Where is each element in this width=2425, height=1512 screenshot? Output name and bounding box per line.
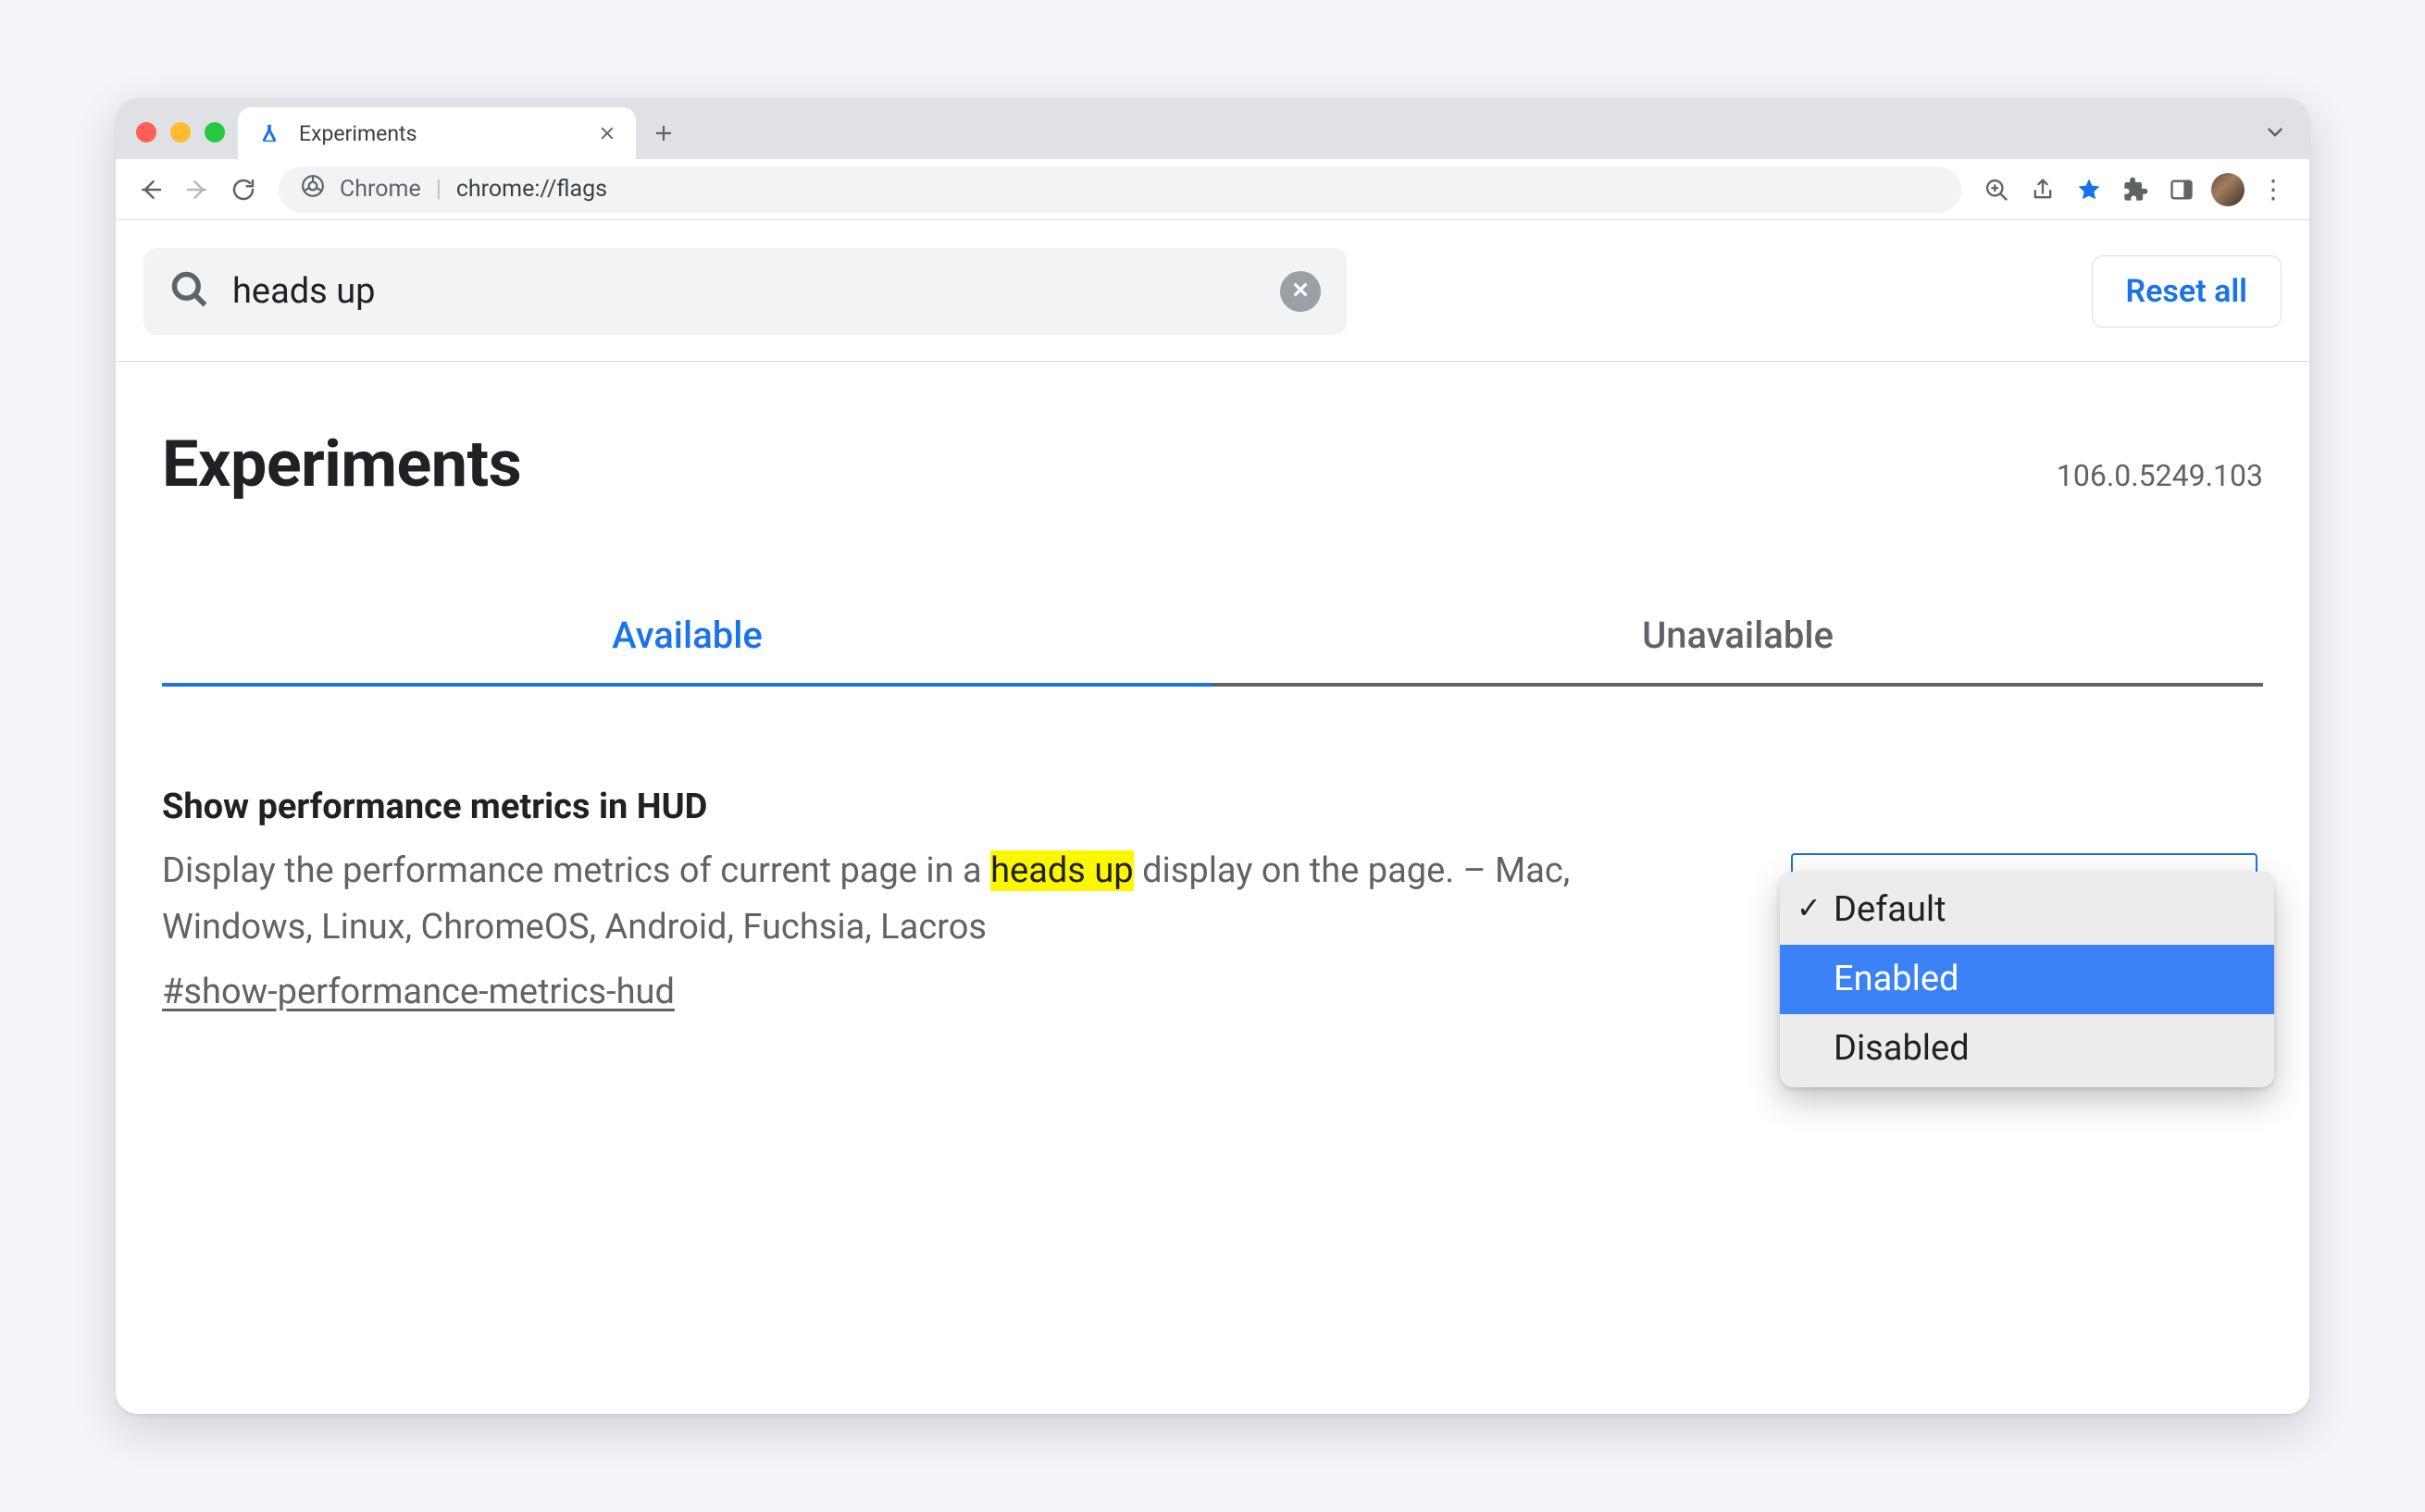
menu-button[interactable]: ⋮ — [2254, 169, 2294, 210]
option-enabled[interactable]: Enabled — [1780, 945, 2274, 1014]
flag-tabs: Available Unavailable — [162, 613, 2263, 687]
forward-button[interactable] — [177, 169, 218, 210]
close-icon[interactable] — [597, 123, 617, 143]
search-icon — [169, 269, 210, 314]
select-dropdown: Default Enabled Disabled — [1780, 872, 2274, 1087]
omnibox-path: chrome://flags — [456, 176, 607, 203]
option-default[interactable]: Default — [1780, 875, 2274, 945]
extensions-icon[interactable] — [2115, 169, 2156, 210]
reset-all-button[interactable]: Reset all — [2092, 255, 2282, 328]
close-icon — [1290, 279, 1311, 304]
tab-title: Experiments — [299, 121, 580, 146]
search-highlight: heads up — [990, 850, 1134, 891]
window-controls — [127, 122, 238, 159]
page-title: Experiments — [162, 427, 521, 502]
search-row: heads up Reset all — [116, 220, 2309, 362]
clear-search-button[interactable] — [1280, 271, 1321, 312]
zoom-icon[interactable] — [1976, 169, 2017, 210]
flag-hash-link[interactable]: #show-performance-metrics-hud — [162, 964, 675, 1021]
profile-avatar[interactable] — [2211, 173, 2245, 206]
flags-search-box[interactable]: heads up — [143, 248, 1347, 335]
back-button[interactable] — [131, 169, 171, 210]
toolbar: Chrome | chrome://flags ⋮ — [116, 159, 2309, 220]
tab-unavailable[interactable]: Unavailable — [1212, 613, 2263, 687]
search-input[interactable]: heads up — [232, 274, 1258, 309]
flag-item: Show performance metrics in HUD Display … — [162, 779, 2263, 1021]
reload-button[interactable] — [223, 169, 264, 210]
share-icon[interactable] — [2022, 169, 2063, 210]
bookmark-star-icon[interactable] — [2069, 169, 2109, 210]
address-bar[interactable]: Chrome | chrome://flags — [279, 167, 1961, 213]
tab-list-button[interactable] — [2263, 120, 2309, 159]
flag-description: Display the performance metrics of curre… — [162, 843, 1717, 956]
browser-window: Experiments Chrome — [116, 98, 2309, 1414]
tab-experiments[interactable]: Experiments — [238, 107, 636, 159]
tab-strip: Experiments — [116, 98, 2309, 159]
window-minimize-button[interactable] — [170, 122, 191, 143]
sidepanel-icon[interactable] — [2161, 169, 2202, 210]
option-disabled[interactable]: Disabled — [1780, 1014, 2274, 1084]
flask-icon — [256, 120, 282, 146]
window-close-button[interactable] — [136, 122, 156, 143]
new-tab-button[interactable] — [636, 107, 691, 159]
page-content: heads up Reset all Experiments 106.0.524… — [116, 220, 2309, 1414]
chrome-icon — [301, 174, 325, 204]
omnibox-site: Chrome — [340, 176, 421, 203]
window-fullscreen-button[interactable] — [205, 122, 225, 143]
flag-title: Show performance metrics in HUD — [162, 779, 1717, 836]
chrome-version: 106.0.5249.103 — [2057, 458, 2263, 493]
chevron-down-icon — [2263, 130, 2287, 148]
flag-select[interactable]: Default Enabled Disabled — [1791, 779, 2263, 1021]
tab-available[interactable]: Available — [162, 613, 1212, 687]
